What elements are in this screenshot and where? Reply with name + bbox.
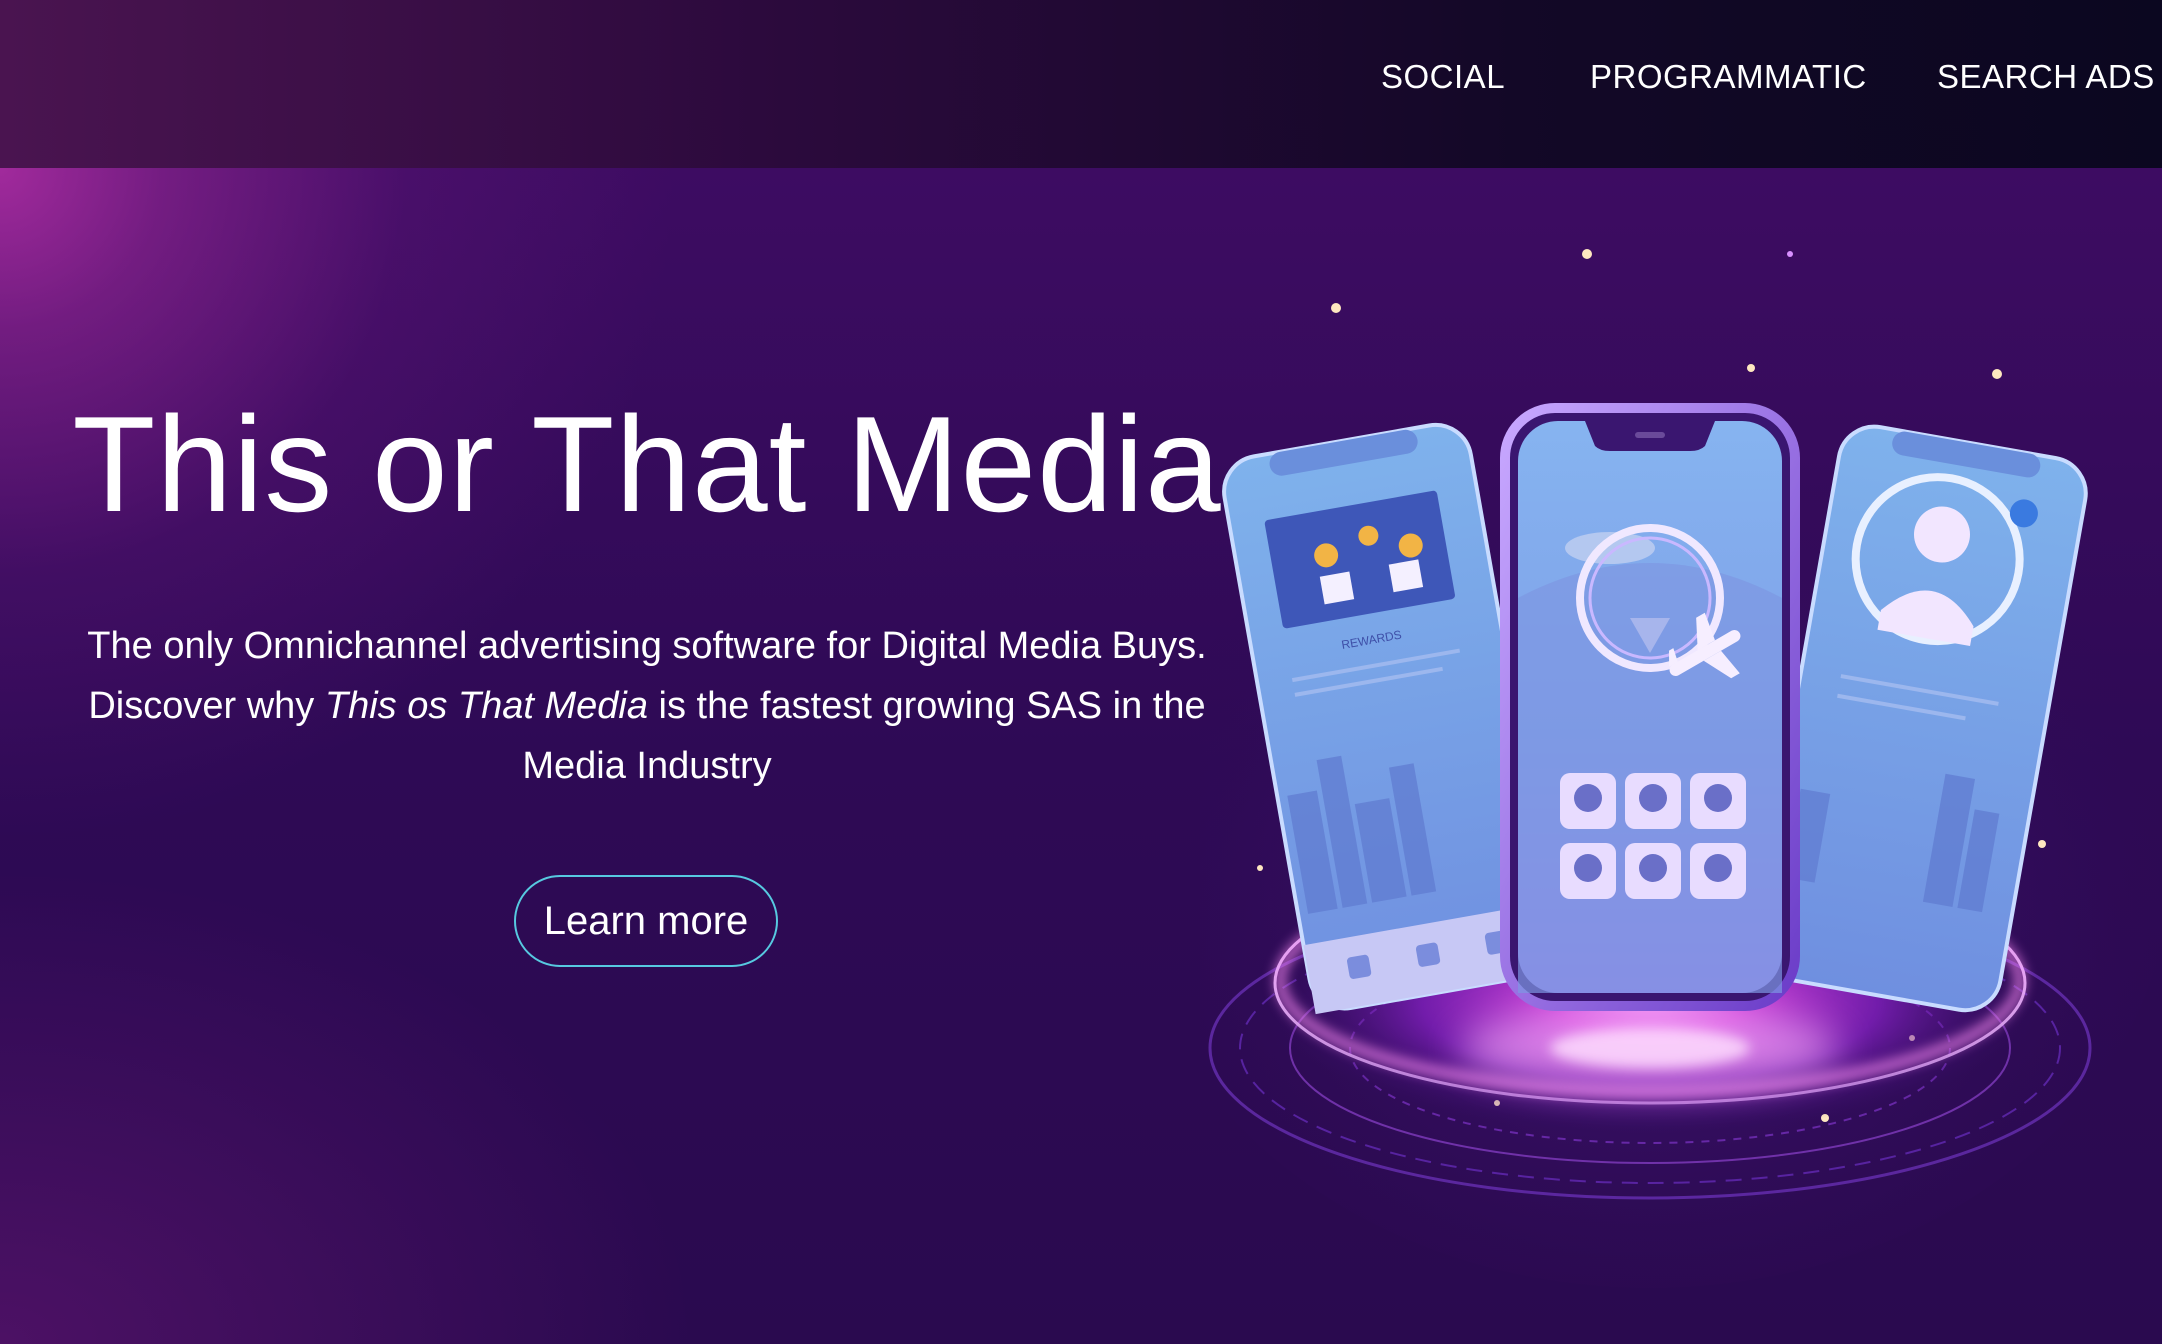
phones-illustration: REWARDS <box>1200 249 2162 1288</box>
page: SOCIAL PROGRAMMATIC SEARCH ADS This or T… <box>0 0 2162 1344</box>
nav-item-social[interactable]: SOCIAL <box>1381 58 1505 96</box>
hero-description-pre: Discover why <box>88 685 325 727</box>
center-phone <box>1500 403 1800 1011</box>
top-nav: SOCIAL PROGRAMMATIC SEARCH ADS <box>0 0 2162 168</box>
hero-description-brand: This os That Media <box>324 685 648 727</box>
hero-description-line1: The only Omnichannel advertising softwar… <box>87 625 1207 667</box>
learn-more-button[interactable]: Learn more <box>514 875 778 967</box>
nav-item-search-ads[interactable]: SEARCH ADS <box>1937 58 2155 96</box>
hero-title: This or That Media <box>72 388 1222 540</box>
nav-item-programmatic[interactable]: PROGRAMMATIC <box>1590 58 1867 96</box>
hero-description: The only Omnichannel advertising softwar… <box>40 616 1254 796</box>
hero-section: This or That Media The only Omnichannel … <box>0 168 2162 1344</box>
